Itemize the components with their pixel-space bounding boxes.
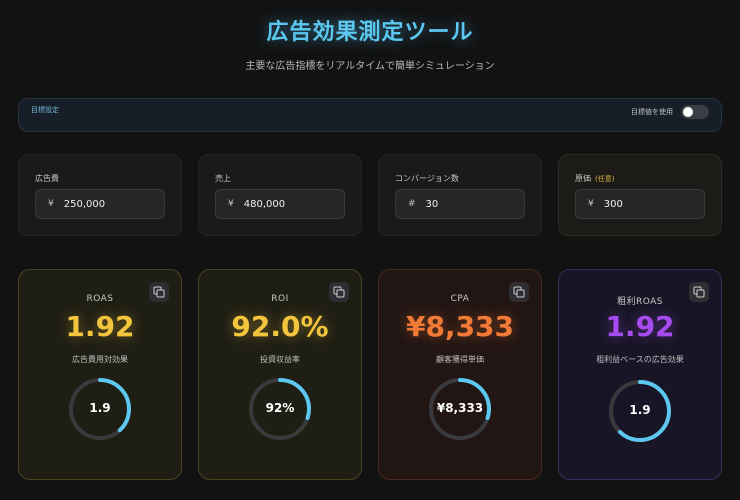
metric-name: ROI [271, 294, 289, 304]
page-subtitle: 主要な広告指標をリアルタイムで簡単シミュレーション [245, 61, 495, 72]
goal-settings-panel: 目標設定 目標値を使用 [18, 98, 722, 132]
metric-value: 92.0% [231, 310, 329, 343]
metric-value: ¥8,333 [405, 310, 515, 343]
yen-prefix: ¥ [588, 199, 594, 209]
gauge-value: 1.9 [89, 401, 111, 415]
sales-card: 売上 ¥ 480,000 [198, 154, 362, 236]
conversions-label: コンバージョン数 [395, 174, 459, 183]
gross-roas-card: 粗利ROAS 1.92 粗利益ベースの広告効果 1.9 [558, 269, 722, 480]
goal-toggle-label: 目標値を使用 [631, 108, 673, 116]
hash-prefix: # [408, 199, 416, 209]
metric-value: 1.92 [605, 310, 675, 343]
conversions-value: 30 [425, 198, 439, 210]
goal-toggle-switch[interactable] [681, 105, 709, 119]
conversions-card: コンバージョン数 # 30 [378, 154, 542, 236]
sales-input[interactable]: ¥ 480,000 [215, 189, 345, 219]
conversions-input[interactable]: # 30 [395, 189, 525, 219]
toggle-knob [683, 107, 693, 117]
goal-settings-label: 目標設定 [31, 106, 59, 114]
metric-name: CPA [450, 294, 470, 304]
gauge-value: ¥8,333 [436, 401, 484, 415]
page-title: 広告効果測定ツール [266, 20, 474, 45]
cpa-card: CPA ¥8,333 顧客獲得単価 ¥8,333 [378, 269, 542, 480]
metric-description: 粗利益ベースの広告効果 [596, 355, 684, 364]
metric-description: 顧客獲得単価 [436, 355, 484, 364]
ad-spend-input[interactable]: ¥ 250,000 [35, 189, 165, 219]
sales-value: 480,000 [243, 198, 286, 210]
cost-input[interactable]: ¥ 300 [575, 189, 705, 219]
roi-card: ROI 92.0% 投資収益率 92% [198, 269, 362, 480]
metric-description: 投資収益率 [260, 355, 300, 364]
ad-spend-card: 広告費 ¥ 250,000 [18, 154, 182, 236]
goal-toggle-group: 目標値を使用 [631, 105, 709, 119]
roas-card: ROAS 1.92 広告費用対効果 1.9 [18, 269, 182, 480]
optional-tag: (任意) [595, 175, 615, 183]
cost-label: 原価 (任意) [575, 173, 614, 184]
cost-label-text: 原価 [575, 174, 591, 183]
cost-value: 300 [603, 198, 623, 210]
gauge-value: 92% [265, 401, 295, 415]
metric-name: 粗利ROAS [616, 297, 664, 307]
yen-prefix: ¥ [228, 199, 234, 209]
metric-description: 広告費用対効果 [72, 355, 128, 364]
ad-spend-label: 広告費 [35, 174, 59, 183]
gauge-value: 1.9 [629, 403, 651, 417]
cost-card: 原価 (任意) ¥ 300 [558, 154, 722, 236]
yen-prefix: ¥ [48, 199, 54, 209]
sales-label: 売上 [215, 174, 231, 183]
metric-value: 1.92 [65, 310, 135, 343]
metric-name: ROAS [86, 294, 114, 304]
ad-spend-value: 250,000 [63, 198, 106, 210]
